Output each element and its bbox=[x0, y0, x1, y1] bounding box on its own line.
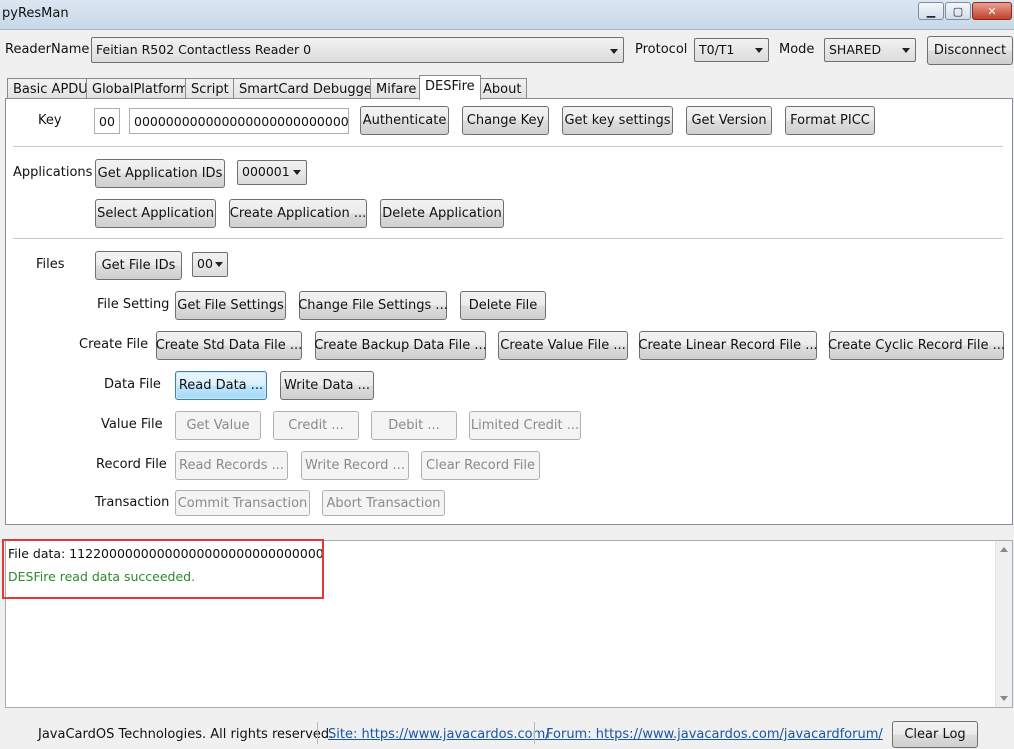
abort-transaction-button[interactable]: Abort Transaction bbox=[322, 490, 445, 516]
authenticate-button[interactable]: Authenticate bbox=[360, 106, 449, 135]
application-id-select[interactable]: 000001 bbox=[237, 160, 307, 185]
create-value-file-button[interactable]: Create Value File ... bbox=[498, 331, 628, 360]
mode-select[interactable]: SHARED bbox=[824, 38, 916, 62]
get-file-ids-button[interactable]: Get File IDs bbox=[95, 251, 182, 280]
forum-link[interactable]: Forum: https://www.javacardos.com/javaca… bbox=[546, 727, 883, 742]
protocol-select-value: T0/T1 bbox=[699, 42, 735, 57]
delete-application-button[interactable]: Delete Application bbox=[380, 199, 504, 228]
divider bbox=[13, 146, 1003, 147]
tab-about[interactable]: About bbox=[477, 78, 528, 99]
reader-name-label: ReaderName bbox=[5, 42, 90, 57]
tab-script[interactable]: Script bbox=[185, 78, 235, 99]
get-application-ids-button[interactable]: Get Application IDs bbox=[95, 159, 225, 188]
disconnect-button[interactable]: Disconnect bbox=[927, 36, 1013, 65]
transaction-label: Transaction bbox=[95, 495, 170, 510]
tab-smartcard-debugger[interactable]: SmartCard Debugger bbox=[233, 78, 384, 99]
create-std-data-file-button[interactable]: Create Std Data File ... bbox=[156, 331, 302, 360]
reader-select[interactable]: Feitian R502 Contactless Reader 0 bbox=[91, 37, 624, 63]
file-id-select[interactable]: 00 bbox=[192, 252, 228, 277]
scroll-up-icon[interactable] bbox=[1000, 547, 1008, 552]
file-setting-label: File Setting bbox=[97, 297, 170, 312]
change-file-settings-button[interactable]: Change File Settings ... bbox=[298, 291, 448, 320]
limited-credit-button[interactable]: Limited Credit ... bbox=[469, 411, 581, 440]
mode-select-value: SHARED bbox=[829, 42, 882, 57]
file-id-value: 00 bbox=[197, 256, 213, 271]
commit-transaction-button[interactable]: Commit Transaction bbox=[175, 490, 310, 516]
close-icon[interactable]: ✕ bbox=[972, 2, 1012, 20]
tab-desfire[interactable]: DESFire bbox=[419, 75, 481, 100]
key-number-input[interactable]: 00 bbox=[94, 108, 120, 134]
chevron-down-icon bbox=[755, 48, 763, 53]
read-records-button[interactable]: Read Records ... bbox=[175, 451, 288, 480]
get-version-button[interactable]: Get Version bbox=[686, 106, 772, 135]
credit-button[interactable]: Credit ... bbox=[273, 411, 359, 440]
application-id-value: 000001 bbox=[242, 164, 290, 179]
tab-mifare[interactable]: Mifare bbox=[370, 78, 423, 99]
select-application-button[interactable]: Select Application bbox=[95, 199, 216, 228]
reader-select-value: Feitian R502 Contactless Reader 0 bbox=[96, 42, 312, 57]
write-record-button[interactable]: Write Record ... bbox=[301, 451, 409, 480]
scroll-down-icon[interactable] bbox=[1000, 696, 1008, 701]
clear-record-file-button[interactable]: Clear Record File bbox=[421, 451, 540, 480]
chevron-down-icon bbox=[902, 48, 910, 53]
create-file-label: Create File bbox=[79, 337, 149, 352]
delete-file-button[interactable]: Delete File bbox=[460, 291, 546, 320]
divider bbox=[317, 722, 318, 744]
chevron-down-icon bbox=[610, 49, 618, 54]
divider bbox=[534, 722, 535, 744]
minimize-icon[interactable]: ▁ bbox=[918, 2, 944, 20]
data-file-label: Data File bbox=[104, 377, 161, 392]
files-label: Files bbox=[36, 257, 65, 272]
debit-button[interactable]: Debit ... bbox=[371, 411, 457, 440]
tab-globalplatform[interactable]: GlobalPlatform bbox=[86, 78, 195, 99]
clear-log-button[interactable]: Clear Log bbox=[892, 721, 978, 748]
mode-label: Mode bbox=[779, 42, 815, 57]
protocol-select[interactable]: T0/T1 bbox=[694, 38, 769, 62]
key-value-input[interactable]: 00000000000000000000000000000000 bbox=[129, 108, 349, 134]
window-title: pyResMan bbox=[2, 6, 69, 21]
change-key-button[interactable]: Change Key bbox=[462, 106, 549, 135]
create-backup-data-file-button[interactable]: Create Backup Data File ... bbox=[314, 331, 487, 360]
applications-label: Applications bbox=[13, 165, 93, 180]
highlight-box bbox=[2, 539, 324, 599]
get-file-settings-button[interactable]: Get File Settings bbox=[175, 291, 286, 320]
record-file-label: Record File bbox=[96, 457, 167, 472]
log-scrollbar[interactable] bbox=[995, 541, 1012, 707]
value-file-label: Value File bbox=[101, 417, 163, 432]
site-link[interactable]: Site: https://www.javacardos.com/ bbox=[328, 727, 550, 742]
write-data-button[interactable]: Write Data ... bbox=[280, 371, 374, 400]
chevron-down-icon bbox=[293, 170, 301, 175]
title-bar: pyResMan ▁ ▢ ✕ bbox=[0, 0, 1014, 30]
maximize-icon[interactable]: ▢ bbox=[945, 2, 971, 20]
create-application-button[interactable]: Create Application ... bbox=[229, 199, 367, 228]
tab-basic-apdu[interactable]: Basic APDU bbox=[7, 78, 94, 99]
create-linear-record-file-button[interactable]: Create Linear Record File ... bbox=[638, 331, 818, 360]
get-value-button[interactable]: Get Value bbox=[175, 411, 261, 440]
copyright-text: JavaCardOS Technologies. All rights rese… bbox=[38, 727, 334, 742]
divider bbox=[13, 238, 1003, 239]
protocol-label: Protocol bbox=[635, 42, 688, 57]
get-key-settings-button[interactable]: Get key settings bbox=[562, 106, 673, 135]
format-picc-button[interactable]: Format PICC bbox=[785, 106, 875, 135]
key-label: Key bbox=[38, 113, 62, 128]
chevron-down-icon bbox=[215, 262, 223, 267]
read-data-button[interactable]: Read Data ... bbox=[175, 371, 267, 400]
create-cyclic-record-file-button[interactable]: Create Cyclic Record File ... bbox=[828, 331, 1005, 360]
